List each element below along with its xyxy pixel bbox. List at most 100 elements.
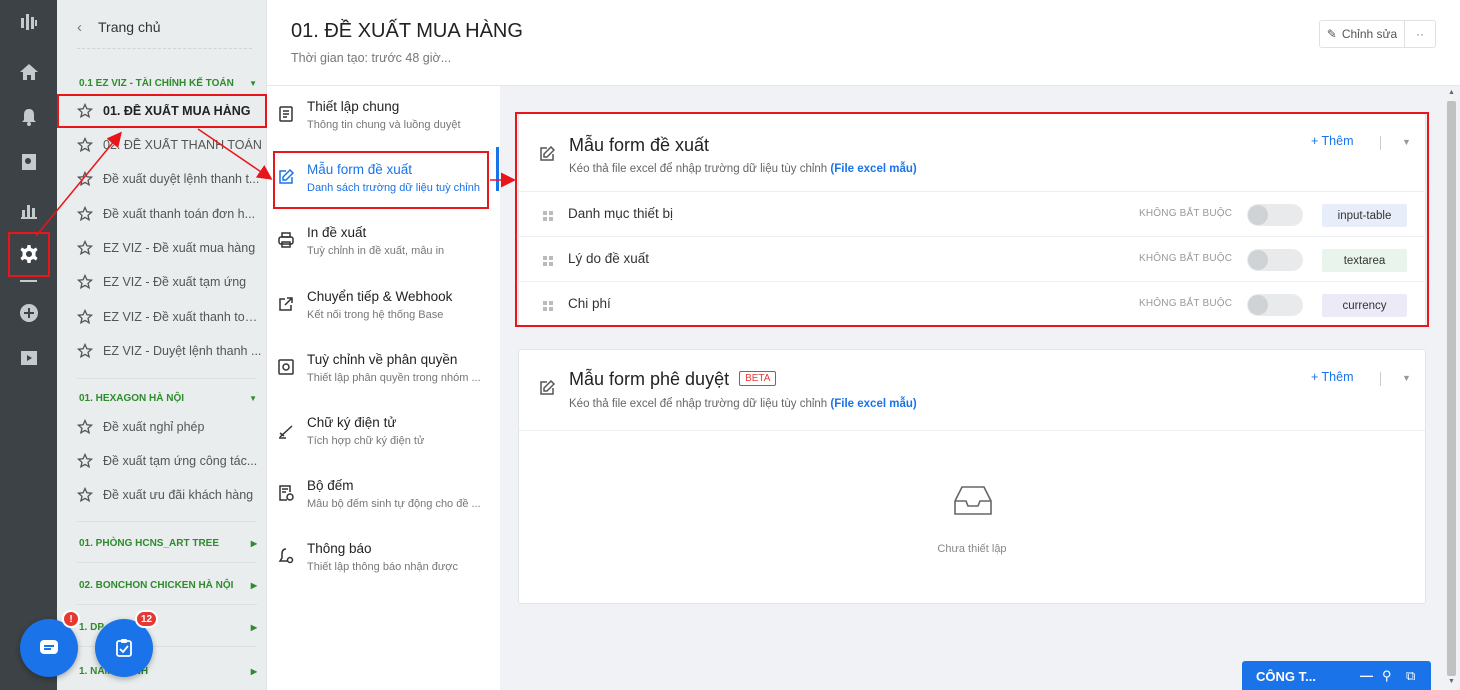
group-hexagon[interactable]: 01. HEXAGON HÀ NỘI ▼ (79, 393, 257, 404)
bell-icon[interactable] (0, 97, 57, 137)
gear-icon[interactable] (0, 234, 57, 274)
sidebar-item[interactable]: Đề xuất thanh toán đơn h... (77, 203, 262, 225)
sidebar-item[interactable]: EZ VIZ - Đề xuất mua hàng (77, 237, 262, 259)
drag-handle-icon[interactable] (543, 254, 553, 266)
popout-icon[interactable]: ⧉ (1406, 668, 1415, 684)
field-row[interactable]: Danh mục thiết bị KHÔNG BẮT BUỘC input-t… (519, 191, 1427, 236)
notification-settings-icon (277, 547, 295, 565)
field-required-label: KHÔNG BẮT BUỘC (1139, 253, 1233, 264)
star-icon[interactable] (77, 452, 94, 469)
star-icon[interactable] (77, 239, 94, 256)
edit-icon[interactable] (539, 379, 556, 396)
star-icon[interactable] (77, 136, 94, 153)
card-subtitle: Kéo thả file excel để nhập trường dữ liệ… (569, 163, 917, 175)
add-button[interactable]: + Thêm (1311, 134, 1354, 148)
chat-widget-title: CÔNG T... (1256, 669, 1316, 684)
dropdown-caret-icon[interactable]: ▼ (1402, 373, 1411, 383)
star-icon[interactable] (77, 308, 94, 325)
sidebar-item-label: EZ VIZ - Đề xuất thanh toá... (103, 310, 262, 324)
required-toggle[interactable] (1247, 204, 1303, 226)
chat-bubble-icon (40, 640, 58, 654)
dropdown-caret-icon[interactable]: ▼ (1402, 137, 1411, 147)
minimize-icon[interactable]: — (1360, 668, 1373, 683)
add-button[interactable]: + Thêm (1311, 370, 1354, 384)
star-icon[interactable] (77, 205, 94, 222)
sidebar-item[interactable]: EZ VIZ - Đề xuất thanh toá... (77, 306, 262, 328)
divider (77, 521, 257, 522)
scrollbar[interactable]: ▲ ▼ (1444, 86, 1460, 690)
divider (77, 378, 257, 379)
caret-down-icon: ▼ (249, 79, 257, 88)
field-type-tag: currency (1322, 294, 1407, 317)
tasks-count-badge: 12 (135, 610, 159, 628)
divider (77, 604, 257, 605)
bars-logo-icon[interactable] (0, 2, 57, 42)
divider (519, 430, 1425, 431)
star-icon[interactable] (77, 486, 94, 503)
toggle-knob (1248, 295, 1268, 315)
sidebar-item-de-xuat-mua-hang[interactable]: 01. ĐỀ XUẤT MUA HÀNG (77, 100, 262, 122)
group-bonchon[interactable]: 02. BONCHON CHICKEN HÀ NỘI ▶ (79, 580, 257, 591)
sidebar-item-label: Đề xuất tạm ứng công tác... (103, 454, 258, 468)
sidebar-item-label: EZ VIZ - Duyệt lệnh thanh ... (103, 344, 262, 358)
chat-fab[interactable]: ! (20, 610, 80, 677)
chart-icon[interactable] (0, 190, 57, 230)
sidebar-item[interactable]: Đề xuất tạm ứng công tác... (77, 450, 262, 472)
field-required-label: KHÔNG BẮT BUỘC (1139, 298, 1233, 309)
active-indicator (496, 147, 499, 191)
field-row[interactable]: Lý do đề xuất KHÔNG BẮT BUỘC textarea (519, 236, 1427, 281)
sidebar-item[interactable]: Đề xuất nghỉ phép (77, 416, 262, 438)
sidebar-item[interactable]: Đề xuất ưu đãi khách hàng (77, 484, 262, 506)
group-ezviz-finance[interactable]: 0.1 EZ VIZ - TÀI CHÍNH KẾ TOÁN ▼ (79, 78, 257, 89)
home-icon[interactable] (0, 52, 57, 92)
field-row[interactable]: Chi phí KHÔNG BẮT BUỘC currency (519, 281, 1427, 326)
chevron-left-icon: ‹ (77, 18, 82, 36)
required-toggle[interactable] (1247, 249, 1303, 271)
scroll-thumb[interactable] (1447, 101, 1456, 676)
sample-excel-link[interactable]: (File excel mẫu) (830, 398, 916, 410)
search-box-icon[interactable] (0, 142, 57, 182)
star-icon[interactable] (77, 102, 94, 119)
sidebar-item-label: Đề xuất nghỉ phép (103, 420, 205, 434)
sidebar-item-de-xuat-thanh-toan[interactable]: 02. ĐỀ XUẤT THANH TOÁN (77, 134, 262, 156)
more-button[interactable]: ·· (1404, 20, 1436, 48)
field-name: Lý do đề xuất (568, 251, 650, 266)
edit-button[interactable]: ✎ Chỉnh sửa (1319, 20, 1405, 48)
search-icon[interactable]: ⚲ (1382, 668, 1392, 684)
caret-right-icon: ▶ (250, 539, 257, 548)
star-icon[interactable] (77, 418, 94, 435)
chat-widget[interactable]: CÔNG T... — ⚲ ⧉ (1242, 661, 1431, 690)
home-link[interactable]: ‹ Trang chủ (77, 16, 161, 38)
sample-excel-link[interactable]: (File excel mẫu) (830, 163, 916, 175)
play-icon[interactable] (0, 338, 57, 378)
inbox-empty-icon (953, 483, 993, 517)
subtitle-text: Kéo thả file excel để nhập trường dữ liệ… (569, 163, 828, 175)
drag-handle-icon[interactable] (543, 299, 553, 311)
card-title: Mẫu form đề xuất (569, 135, 710, 155)
printer-icon (277, 231, 295, 249)
star-icon[interactable] (77, 273, 94, 290)
sidebar-item[interactable]: Đề xuất duyệt lệnh thanh t... (77, 168, 262, 190)
tasks-fab[interactable]: 12 (95, 610, 159, 677)
sidebar-item[interactable]: EZ VIZ - Đề xuất tạm ứng (77, 271, 262, 293)
divider (77, 48, 252, 49)
pencil-icon: ✎ (1326, 27, 1337, 41)
sidebar-item[interactable]: EZ VIZ - Duyệt lệnh thanh ... (77, 340, 262, 362)
scroll-up-icon[interactable]: ▲ (1448, 89, 1455, 96)
drag-handle-icon[interactable] (543, 209, 553, 221)
plus-circle-icon[interactable] (0, 293, 57, 333)
scroll-down-icon[interactable]: ▼ (1448, 678, 1455, 685)
menu-item-title: Chữ ký điện tử (307, 415, 397, 430)
star-icon[interactable] (77, 170, 94, 187)
group-title: 02. BONCHON CHICKEN HÀ NỘI (79, 580, 234, 591)
group-hcns-art-tree[interactable]: 01. PHÒNG HCNS_ART TREE ▶ (79, 538, 257, 549)
sidebar-item-label: Đề xuất thanh toán đơn h... (103, 207, 256, 221)
sidebar-item-label: 02. ĐỀ XUẤT THANH TOÁN (103, 138, 262, 152)
required-toggle[interactable] (1247, 294, 1303, 316)
menu-item-desc: Mẫu bộ đếm sinh tự động cho đề ... (307, 498, 481, 510)
star-icon[interactable] (77, 342, 94, 359)
caret-down-icon: ▼ (249, 394, 257, 403)
notification-badge: ! (62, 610, 80, 628)
edit-icon[interactable] (539, 145, 556, 162)
menu-item-desc: Thiết lập thông báo nhận được (307, 561, 458, 573)
